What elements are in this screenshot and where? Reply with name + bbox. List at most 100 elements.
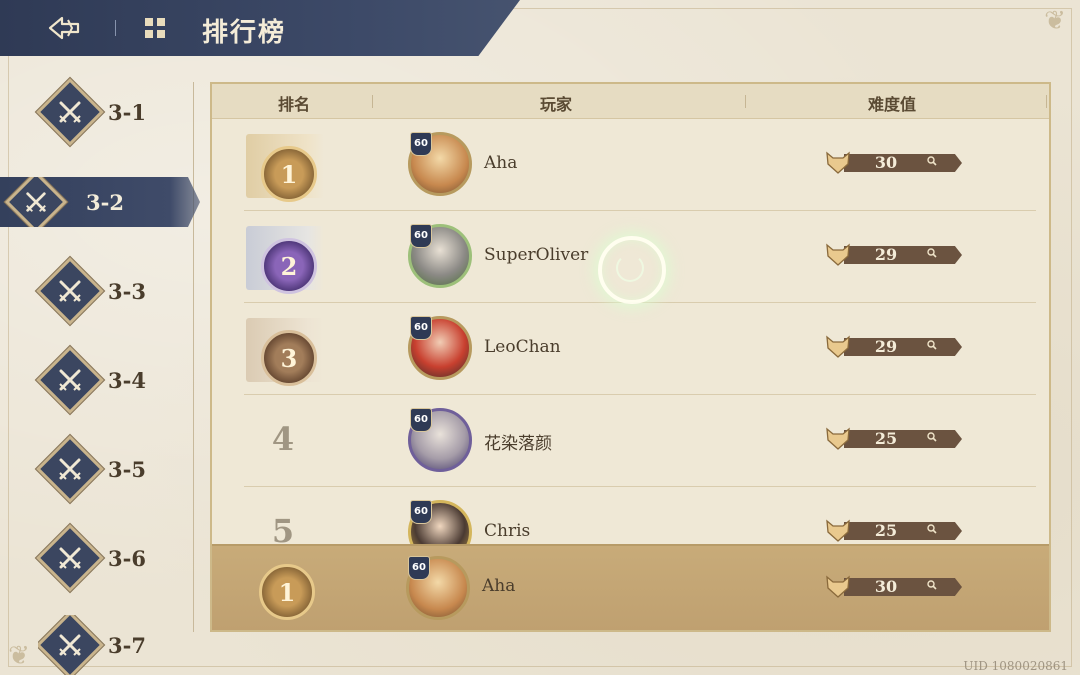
column-header-rank: 排名: [278, 95, 311, 114]
sidebar-item-3-4[interactable]: 3-4: [36, 346, 188, 414]
difficulty-score: 29: [824, 240, 964, 270]
table-row[interactable]: 5 60 Chris 25: [244, 486, 1036, 544]
sidebar-item-label: 3-7: [108, 632, 146, 658]
player-name: 花染落颜: [484, 434, 552, 454]
difficulty-score: 29: [824, 332, 964, 362]
crossed-swords-icon: [36, 257, 104, 325]
player-avatar[interactable]: 60: [404, 220, 478, 292]
crossed-swords-icon: [38, 615, 104, 675]
player-name: Aha: [484, 153, 518, 173]
magnifier-icon: [927, 580, 937, 590]
column-divider: [745, 95, 746, 108]
sidebar-item-label: 3-4: [108, 367, 146, 393]
magnifier-icon: [927, 248, 937, 258]
ranking-list[interactable]: 1 60 Aha 30 2 60 SuperOliver 29 3 60 Leo…: [244, 118, 1036, 544]
sidebar-item-3-1[interactable]: 3-1: [36, 78, 188, 146]
player-avatar[interactable]: 60: [404, 404, 478, 476]
level-shield-icon: 60: [410, 224, 432, 248]
back-arrow-icon: [48, 16, 80, 40]
difficulty-value: 29: [874, 337, 898, 356]
crossed-swords-icon: [4, 177, 68, 227]
table-row[interactable]: 4 60 花染落颜 25: [244, 394, 1036, 487]
corner-ornament-icon: ❦: [1044, 6, 1066, 36]
rank-medal-icon: 1: [259, 564, 315, 620]
loading-ring-icon: [598, 236, 666, 304]
column-header-difficulty: 难度值: [868, 95, 917, 114]
player-avatar[interactable]: 60: [404, 312, 478, 384]
user-id: UID 1080020861: [963, 659, 1068, 673]
rank-plate: 3: [246, 318, 324, 386]
magnifier-icon: [927, 340, 937, 350]
fox-difficulty-icon: [826, 335, 850, 358]
level-shield-icon: 60: [410, 316, 432, 340]
sidebar-item-label: 3-6: [108, 545, 146, 571]
difficulty-value: 30: [874, 153, 898, 172]
level-shield-icon: 60: [410, 500, 432, 524]
rank-plate: 1: [246, 134, 324, 202]
rank-medal-icon: 2: [261, 238, 317, 294]
level-shield-icon: 60: [410, 408, 432, 432]
difficulty-score: 25: [824, 516, 964, 544]
rank-value: 3: [280, 343, 298, 373]
player-name: SuperOliver: [484, 245, 589, 265]
sidebar-item-label: 3-1: [108, 99, 146, 125]
crossed-swords-icon: [36, 524, 104, 592]
sidebar-item-label: 3-5: [108, 456, 146, 482]
difficulty-value: 25: [874, 429, 898, 448]
level-shield-icon: 60: [410, 132, 432, 156]
column-divider: [1046, 95, 1047, 108]
player-avatar[interactable]: 60: [402, 552, 476, 624]
my-ranking-row[interactable]: 1 60 Aha 30: [212, 544, 1049, 630]
player-name: Aha: [482, 576, 516, 596]
rank-value: 2: [280, 251, 298, 281]
top-header: 排行榜: [0, 0, 520, 56]
leaderboard-grid-icon: [145, 18, 165, 38]
magnifier-icon: [927, 156, 937, 166]
difficulty-value: 30: [874, 577, 898, 596]
fox-difficulty-icon: [826, 151, 850, 174]
sidebar-item-3-7[interactable]: 3-7: [38, 615, 188, 675]
fox-difficulty-icon: [826, 519, 850, 542]
crossed-swords-icon: [36, 435, 104, 503]
level-shield-icon: 60: [408, 556, 430, 580]
difficulty-value: 29: [874, 245, 898, 264]
difficulty-score: 25: [824, 424, 964, 454]
fox-difficulty-icon: [826, 243, 850, 266]
player-name: LeoChan: [484, 337, 561, 357]
column-divider: [372, 95, 373, 108]
sidebar-item-3-2[interactable]: 3-2: [0, 177, 200, 227]
sidebar-item-3-5[interactable]: 3-5: [36, 435, 188, 503]
corner-ornament-icon: ❦: [8, 641, 30, 671]
difficulty-score: 30: [824, 572, 964, 602]
back-button[interactable]: [44, 12, 84, 44]
page-title: 排行榜: [202, 18, 287, 48]
table-row[interactable]: 1 60 Aha 30: [244, 118, 1036, 211]
table-row[interactable]: 3 60 LeoChan 29: [244, 302, 1036, 395]
table-header: 排名 玩家 难度值: [212, 84, 1049, 119]
sidebar-item-3-6[interactable]: 3-6: [36, 524, 188, 592]
rank-value: 5: [271, 512, 295, 544]
header-divider: [115, 20, 116, 36]
magnifier-icon: [927, 524, 937, 534]
column-header-player: 玩家: [540, 95, 573, 114]
leaderboard-panel: 排名 玩家 难度值 1 60 Aha 30 2 60 SuperOliver 2…: [210, 82, 1051, 632]
rank-value: 1: [280, 159, 298, 189]
player-avatar[interactable]: 60: [404, 128, 478, 200]
sidebar-item-label: 3-3: [108, 278, 146, 304]
fox-difficulty-icon: [826, 427, 850, 450]
crossed-swords-icon: [36, 78, 104, 146]
player-avatar[interactable]: 60: [404, 496, 478, 544]
rank-medal-icon: 1: [261, 146, 317, 202]
crossed-swords-icon: [36, 346, 104, 414]
magnifier-icon: [927, 432, 937, 442]
rank-value: 4: [271, 420, 295, 458]
rank-value: 1: [278, 577, 296, 607]
sidebar-item-3-3[interactable]: 3-3: [36, 257, 188, 325]
rank-plate: 2: [246, 226, 324, 294]
sidebar-item-label: 3-2: [86, 189, 124, 215]
difficulty-score: 30: [824, 148, 964, 178]
sidebar-rail: [193, 82, 194, 632]
fox-difficulty-icon: [826, 575, 850, 598]
rank-medal-icon: 3: [261, 330, 317, 386]
player-name: Chris: [484, 521, 531, 541]
